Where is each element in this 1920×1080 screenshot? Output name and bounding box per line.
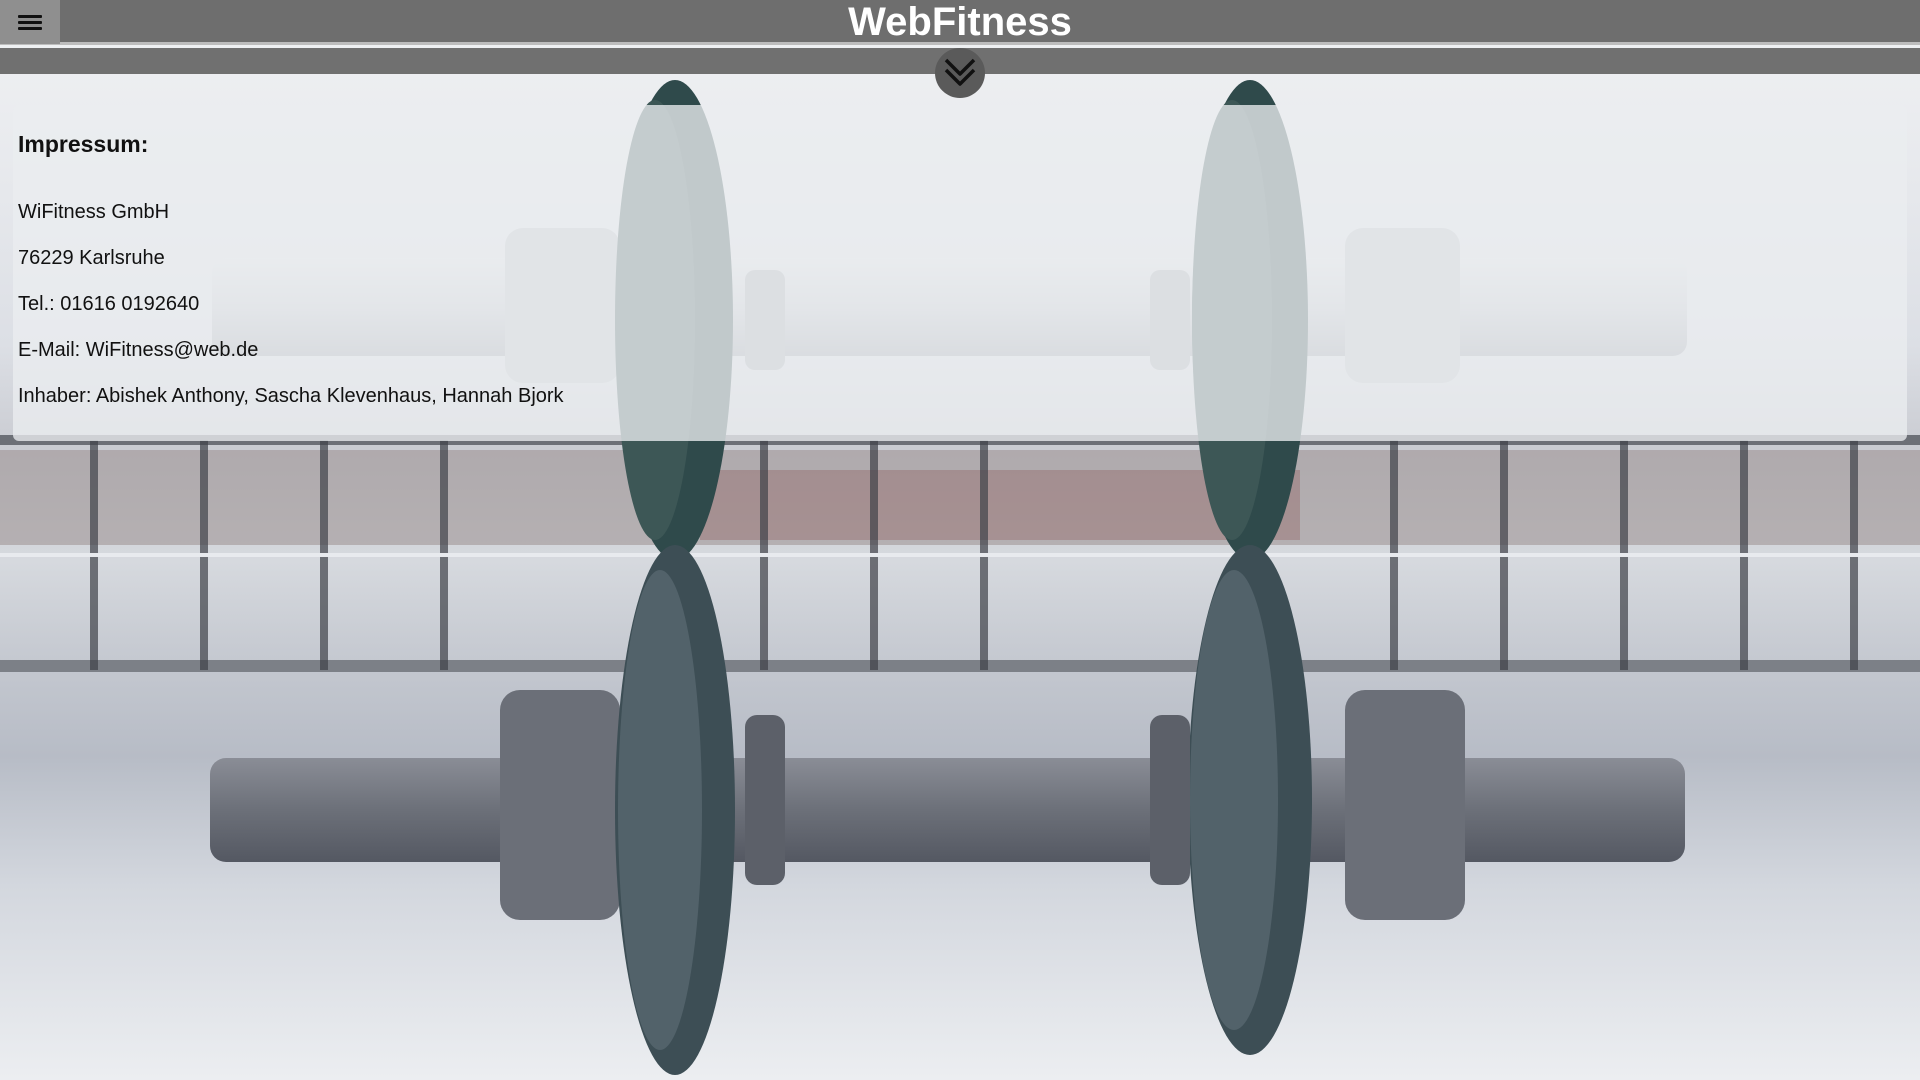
hamburger-menu-icon <box>18 12 42 33</box>
company-phone: Tel.: 01616 0192640 <box>18 293 200 315</box>
company-owners: Inhaber: Abishek Anthony, Sascha Klevenh… <box>18 385 564 407</box>
company-name: WiFitness GmbH <box>18 201 170 223</box>
scroll-down-button[interactable] <box>935 48 985 98</box>
double-chevron-down-icon <box>944 58 976 86</box>
company-address: 76229 Karlsruhe <box>18 247 165 269</box>
site-title: WebFitness <box>848 0 1072 44</box>
impressum-heading: Impressum: <box>18 131 149 157</box>
impressum-panel: Impressum: WiFitness GmbH 76229 Karlsruh… <box>13 105 1907 441</box>
company-email: E-Mail: WiFitness@web.de <box>18 339 259 361</box>
top-navigation-bar: WebFitness <box>0 0 1920 45</box>
menu-button[interactable] <box>0 0 60 44</box>
